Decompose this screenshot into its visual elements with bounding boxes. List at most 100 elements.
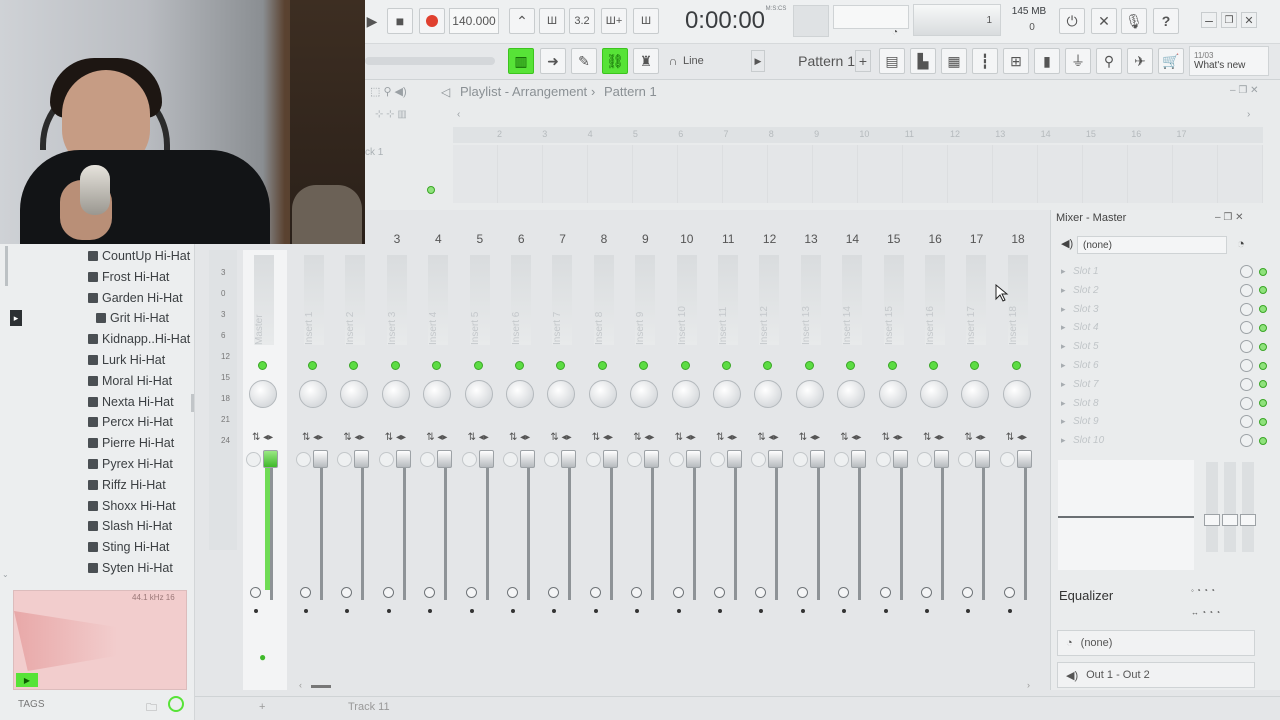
mixer-strip-insert[interactable]: Insert 8 ⇅ ◂▸: [584, 250, 624, 694]
stereo-separation-icon[interactable]: ⇅ ◂▸: [840, 432, 861, 443]
tags-label[interactable]: TAGS: [18, 699, 44, 710]
strip-enable-led[interactable]: [970, 361, 980, 370]
send-knob[interactable]: [714, 587, 725, 598]
stereo-knob[interactable]: [999, 452, 1015, 467]
pan-knob[interactable]: [588, 380, 617, 408]
eq-fader-mid[interactable]: [1222, 462, 1238, 552]
strip-name[interactable]: Insert 6: [511, 255, 531, 345]
fader-track[interactable]: [816, 450, 820, 600]
stop-icon[interactable]: ■: [387, 8, 413, 34]
strip-enable-led[interactable]: [515, 361, 524, 370]
pan-knob[interactable]: [506, 380, 534, 408]
stereo-knob[interactable]: [875, 452, 891, 467]
strip-enable-led[interactable]: [308, 361, 317, 370]
fader-track[interactable]: [485, 450, 489, 600]
route-dot[interactable]: [511, 609, 515, 613]
stereo-separation-icon[interactable]: ⇅ ◂▸: [716, 432, 737, 443]
mixer-strip-insert[interactable]: Insert 5 ⇅ ◂▸: [460, 250, 500, 694]
stereo-separation-icon[interactable]: ⇅ ◂▸: [964, 432, 985, 443]
scroll-right-icon[interactable]: ›: [1247, 109, 1250, 120]
mixer-strip-insert[interactable]: Insert 10 ⇅ ◂▸: [667, 250, 707, 694]
piano-roll-icon[interactable]: ▥: [508, 48, 534, 74]
pan-knob[interactable]: [630, 380, 659, 408]
strip-name[interactable]: Insert 16: [925, 255, 945, 345]
browser-item[interactable]: Slash Hi-Hat: [88, 516, 172, 536]
volume-fader[interactable]: [851, 450, 867, 468]
piano-roll-view-icon[interactable]: ▙: [910, 48, 936, 74]
mixer-scroll-left-icon[interactable]: ‹: [299, 680, 302, 690]
volume-fader[interactable]: [263, 450, 278, 468]
stereo-separation-icon[interactable]: ⇅ ◂▸: [385, 432, 406, 443]
slot-mix-knob[interactable]: [1240, 340, 1253, 354]
mixer-strip-insert[interactable]: Insert 13 ⇅ ◂▸: [791, 250, 831, 694]
slot-arrow-icon[interactable]: ▸: [1061, 285, 1073, 296]
pan-knob[interactable]: [837, 380, 866, 408]
slot-mix-knob[interactable]: [1240, 434, 1253, 448]
slot-arrow-icon[interactable]: ▸: [1061, 398, 1073, 409]
route-dot[interactable]: [925, 609, 929, 613]
strip-name[interactable]: Insert 4: [428, 255, 449, 345]
mixer-strip-insert[interactable]: Insert 6 ⇅ ◂▸: [501, 250, 541, 694]
browser-item[interactable]: Percx Hi-Hat: [88, 412, 173, 432]
track-label[interactable]: ck 1: [365, 147, 383, 158]
stereo-knob[interactable]: [246, 452, 261, 467]
slot-arrow-icon[interactable]: ▸: [1061, 322, 1073, 333]
send-knob[interactable]: [672, 587, 684, 598]
browser-item[interactable]: Garden Hi-Hat: [88, 288, 183, 308]
slot-enable-led[interactable]: [1259, 417, 1267, 426]
strip-enable-led[interactable]: [390, 361, 400, 370]
slot-arrow-icon[interactable]: ▸: [1061, 341, 1073, 352]
route-dot[interactable]: [966, 609, 971, 613]
mixer-strip-insert[interactable]: Insert 15 ⇅ ◂▸: [874, 250, 914, 694]
browser-item[interactable]: CountUp Hi-Hat: [88, 246, 190, 266]
pan-knob[interactable]: [547, 380, 576, 408]
pan-knob[interactable]: [961, 380, 990, 408]
mixer-strip-insert[interactable]: Insert 11 ⇅ ◂▸: [708, 250, 748, 694]
volume-fader[interactable]: [685, 450, 701, 468]
stereo-knob[interactable]: [337, 452, 353, 467]
send-knob[interactable]: [589, 587, 601, 598]
mixer-scroll-right-icon[interactable]: ›: [1027, 680, 1030, 690]
fader-track[interactable]: [609, 450, 613, 600]
browser-resize-handle[interactable]: [191, 394, 194, 412]
plug-icon[interactable]: ⏚: [1065, 48, 1091, 74]
stereo-knob[interactable]: [751, 452, 767, 467]
stereo-knob[interactable]: [710, 452, 725, 467]
stereo-separation-icon[interactable]: ⇅ ◂▸: [550, 432, 571, 443]
fader-track[interactable]: [527, 450, 530, 600]
strip-name[interactable]: Insert 5: [469, 255, 490, 345]
send-icon[interactable]: ✈: [1127, 48, 1153, 74]
volume-fader[interactable]: [892, 450, 908, 468]
record-button[interactable]: [419, 8, 445, 34]
strip-enable-led[interactable]: [929, 361, 938, 370]
slot-mix-knob[interactable]: [1240, 283, 1253, 297]
route-dot[interactable]: [1007, 609, 1012, 613]
play-icon[interactable]: ▶: [365, 8, 379, 34]
link-icon[interactable]: ⛓: [602, 48, 628, 74]
stereo-separation-icon[interactable]: ⇅ ◂▸: [343, 432, 364, 443]
browser-item[interactable]: Nexta Hi-Hat: [88, 392, 174, 412]
stereo-separation-icon[interactable]: ⇅ ◂▸: [1006, 432, 1027, 443]
route-dot[interactable]: [800, 609, 805, 613]
mixer-strip-master[interactable]: Master ⇅ ◂▸: [244, 250, 284, 694]
fader-track[interactable]: [568, 450, 572, 600]
preview-play-icon[interactable]: ▶: [16, 673, 38, 687]
pattern-prev-icon[interactable]: ▶: [751, 50, 765, 72]
send-knob[interactable]: [382, 587, 394, 598]
strip-name[interactable]: Master: [254, 255, 274, 345]
mixer-scroll-thumb[interactable]: [311, 685, 331, 688]
pattern-selector[interactable]: Pattern 1: [769, 50, 855, 72]
strip-enable-led[interactable]: [597, 361, 607, 370]
slot-mix-knob[interactable]: [1240, 302, 1253, 316]
strip-enable-led[interactable]: [722, 361, 731, 370]
fader-track[interactable]: [899, 450, 903, 600]
stereo-separation-icon[interactable]: ⇅ ◂▸: [302, 432, 323, 443]
pan-knob[interactable]: [920, 380, 948, 408]
volume-fader[interactable]: [520, 450, 535, 468]
eq-width-icons[interactable]: ↔ ◔ ◔ ◔: [1191, 608, 1220, 617]
effect-slot[interactable]: ▸ Slot 2: [1061, 281, 1271, 300]
fader-track[interactable]: [651, 450, 655, 600]
maximize-icon[interactable]: ❐: [1221, 12, 1237, 28]
mixer-strip-insert[interactable]: Insert 4 ⇅ ◂▸: [418, 250, 458, 694]
browser-item[interactable]: Lurk Hi-Hat: [88, 350, 165, 370]
